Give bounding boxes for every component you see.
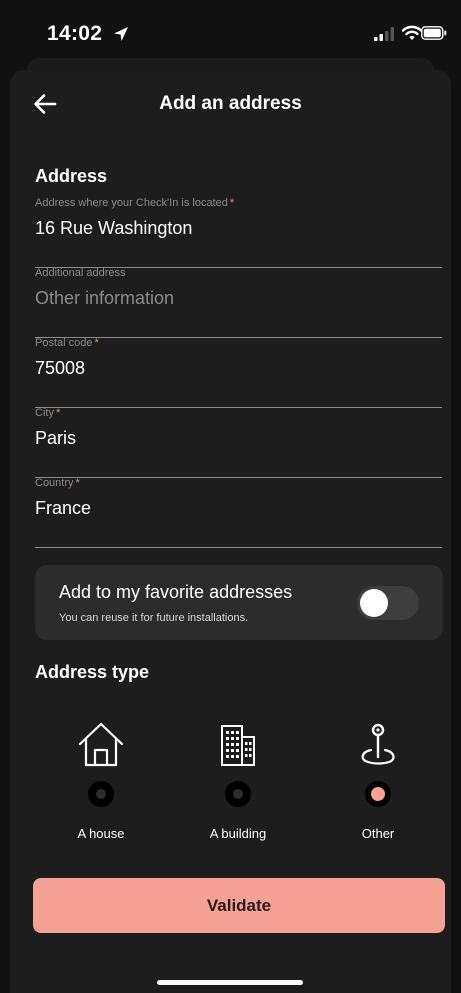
page-title: Add an address (159, 93, 302, 114)
postal-code-value[interactable]: 75008 (35, 358, 85, 379)
status-time: 14:02 (47, 22, 103, 45)
building-label: A building (209, 826, 267, 841)
country-value[interactable]: France (35, 498, 91, 519)
address-field-value[interactable]: 16 Rue Washington (35, 218, 192, 239)
additional-address-placeholder[interactable]: Other information (35, 288, 174, 309)
address-type-house[interactable]: A house (36, 720, 166, 850)
house-label: A house (77, 826, 125, 841)
postal-code-label: Postal code * (35, 337, 99, 349)
map-pin-icon (361, 723, 395, 765)
location-arrow-icon (114, 27, 128, 41)
address-type-other[interactable]: Other (313, 720, 443, 850)
house-radio[interactable] (88, 781, 114, 807)
address-field[interactable]: Address where your Check'In is located * … (35, 197, 442, 268)
address-type-building[interactable]: A building (173, 720, 303, 850)
favorite-toggle[interactable] (357, 586, 419, 620)
favorite-subtitle: You can reuse it for future installation… (59, 612, 249, 624)
additional-address-field[interactable]: Additional address Other information (35, 267, 442, 338)
status-bar: 14:02 (0, 0, 461, 60)
additional-address-label: Additional address (35, 267, 126, 279)
wifi-icon (402, 25, 422, 40)
country-field[interactable]: Country * France (35, 477, 442, 548)
required-marker: * (55, 407, 61, 419)
other-label: Other (361, 826, 395, 841)
city-label: City * (35, 407, 61, 419)
validate-label: Validate (206, 896, 272, 915)
favorite-addresses-card: Add to my favorite addresses You can reu… (35, 565, 443, 640)
country-label: Country * (35, 477, 80, 489)
required-marker: * (75, 477, 80, 489)
required-marker: * (229, 197, 235, 209)
address-type-title: Address type (35, 662, 150, 682)
address-field-label: Address where your Check'In is located * (35, 197, 235, 209)
signal-icon (374, 27, 394, 41)
city-value[interactable]: Paris (35, 428, 76, 449)
validate-button[interactable]: Validate (33, 878, 445, 933)
city-field[interactable]: City * Paris (35, 407, 442, 478)
battery-icon (421, 26, 447, 40)
home-indicator (157, 980, 303, 985)
building-icon (221, 725, 255, 766)
toggle-knob (360, 589, 388, 617)
required-marker: * (94, 337, 99, 349)
building-radio[interactable] (225, 781, 251, 807)
house-icon (78, 722, 124, 767)
postal-code-field[interactable]: Postal code * 75008 (35, 337, 442, 408)
address-section-title: Address (35, 166, 108, 186)
other-radio[interactable] (365, 781, 391, 807)
favorite-title: Add to my favorite addresses (59, 582, 293, 602)
